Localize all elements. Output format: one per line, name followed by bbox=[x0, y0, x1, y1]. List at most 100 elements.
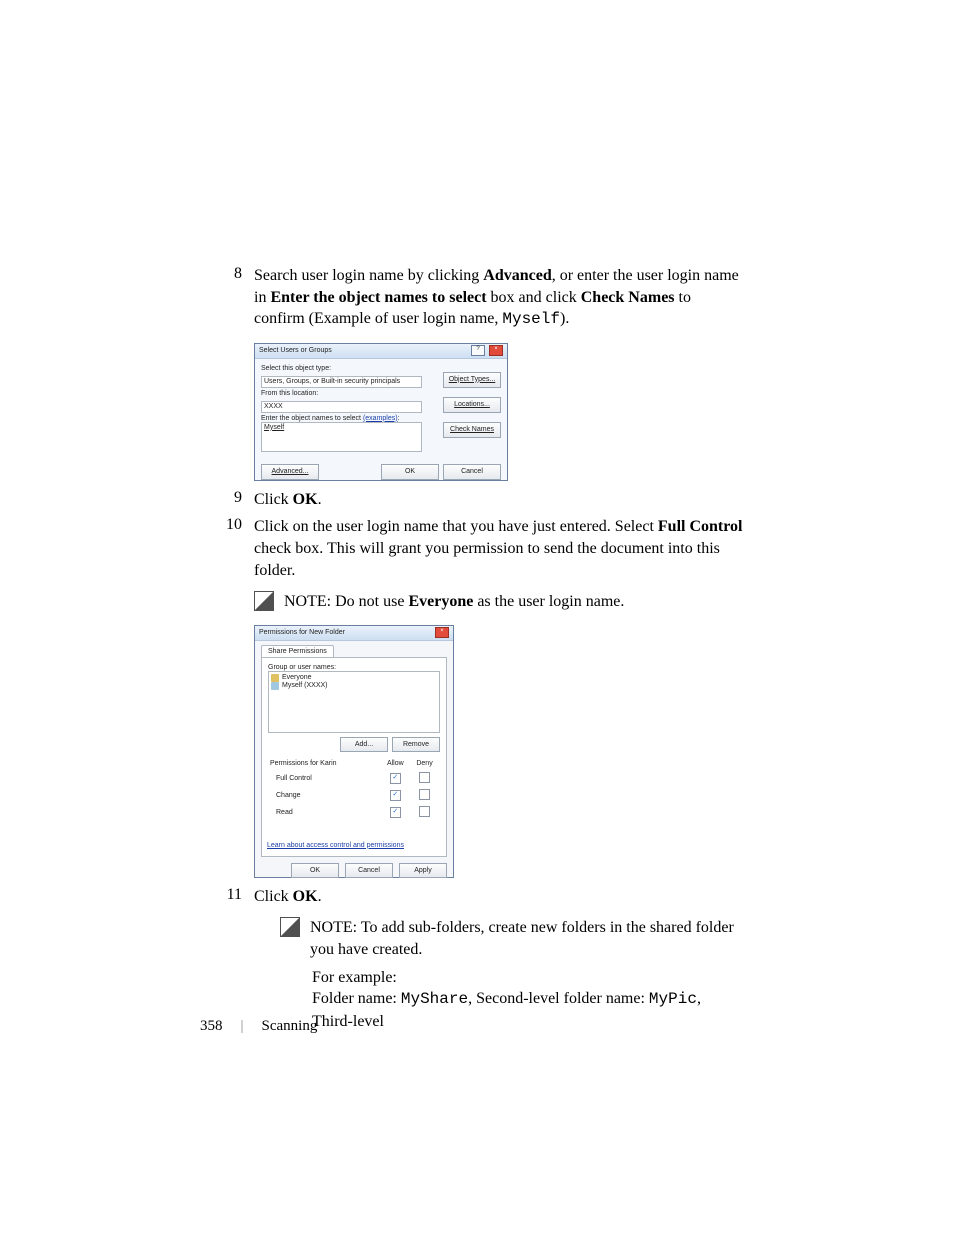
text: Enter the object names to select bbox=[261, 415, 363, 422]
steps-list: 8 Search user login name by clicking Adv… bbox=[200, 265, 744, 331]
step-number: 10 bbox=[200, 516, 254, 534]
perm-label: Change bbox=[270, 788, 380, 803]
note-body: NOTE: Do not use Everyone as the user lo… bbox=[284, 591, 744, 613]
text: ). bbox=[560, 310, 569, 327]
object-type-field[interactable]: Users, Groups, or Built-in security prin… bbox=[261, 376, 422, 388]
note: NOTE: Do not use Everyone as the user lo… bbox=[254, 591, 744, 613]
examples-link[interactable]: (examples) bbox=[363, 415, 398, 422]
example-block: For example: Folder name: MyShare, Secon… bbox=[312, 967, 744, 1033]
perm-label: Read bbox=[270, 805, 380, 820]
text: Do not use bbox=[335, 593, 408, 610]
group-names-list[interactable]: Everyone Myself (XXXX) bbox=[268, 671, 440, 733]
group-icon bbox=[271, 674, 279, 682]
permissions-table: Permissions for Karin Allow Deny Full Co… bbox=[268, 756, 440, 822]
allow-checkbox[interactable]: ✓ bbox=[390, 807, 401, 818]
object-names-value: Myself bbox=[264, 424, 284, 431]
steps-list: 11 Click OK. bbox=[200, 886, 744, 908]
remove-button[interactable]: Remove bbox=[392, 737, 440, 752]
text-bold: OK bbox=[293, 888, 318, 905]
locations-button[interactable]: Locations... bbox=[443, 397, 501, 413]
cancel-button[interactable]: Cancel bbox=[345, 863, 393, 878]
step-body: Search user login name by clicking Advan… bbox=[254, 265, 744, 331]
example-line: For example: bbox=[312, 967, 744, 989]
example-line: Folder name: MyShare, Second-level folde… bbox=[312, 988, 744, 1032]
note-icon bbox=[280, 917, 300, 937]
text-mono: MyShare bbox=[401, 990, 468, 1008]
deny-checkbox[interactable] bbox=[419, 772, 430, 783]
text-bold: OK bbox=[293, 491, 318, 508]
allow-checkbox[interactable]: ✓ bbox=[390, 773, 401, 784]
steps-list: 9 Click OK. 10 Click on the user login n… bbox=[200, 489, 744, 581]
step-8: 8 Search user login name by clicking Adv… bbox=[200, 265, 744, 331]
text-bold: Enter the object names to select bbox=[270, 289, 486, 306]
text: check box. This will grant you permissio… bbox=[254, 540, 720, 579]
text: Click bbox=[254, 491, 293, 508]
object-type-value: Users, Groups, or Built-in security prin… bbox=[264, 378, 400, 385]
page: 8 Search user login name by clicking Adv… bbox=[0, 0, 954, 1235]
object-names-label: Enter the object names to select (exampl… bbox=[261, 415, 501, 422]
list-item[interactable]: Everyone bbox=[271, 674, 437, 682]
text-bold: Advanced bbox=[483, 267, 551, 284]
location-value: XXXX bbox=[264, 403, 283, 410]
dialog-title: Permissions for New Folder bbox=[259, 629, 345, 636]
object-types-button[interactable]: Object Types... bbox=[443, 372, 501, 388]
titlebar: Select Users or Groups ? × bbox=[255, 344, 507, 359]
user-icon bbox=[271, 682, 279, 690]
note: NOTE: To add sub-folders, create new fol… bbox=[280, 917, 744, 960]
step-number: 11 bbox=[200, 886, 254, 904]
close-icon[interactable]: × bbox=[489, 345, 503, 356]
text: Search user login name by clicking bbox=[254, 267, 483, 284]
perm-label: Full Control bbox=[270, 771, 380, 786]
ok-button[interactable]: OK bbox=[381, 464, 439, 480]
list-item[interactable]: Myself (XXXX) bbox=[271, 682, 437, 690]
step-number: 9 bbox=[200, 489, 254, 507]
location-label: From this location: bbox=[261, 390, 501, 397]
text: as the user login name. bbox=[473, 593, 624, 610]
deny-header: Deny bbox=[411, 758, 438, 769]
step-body: Click OK. bbox=[254, 489, 744, 511]
apply-button[interactable]: Apply bbox=[399, 863, 447, 878]
select-users-dialog: Select Users or Groups ? × Select this o… bbox=[254, 343, 508, 481]
add-button[interactable]: Add... bbox=[340, 737, 388, 752]
text: . bbox=[318, 491, 322, 508]
tab-share-permissions[interactable]: Share Permissions bbox=[261, 645, 334, 657]
table-row: Change ✓ bbox=[270, 788, 438, 803]
text: . bbox=[318, 888, 322, 905]
list-item-label: Everyone bbox=[282, 674, 312, 681]
check-names-button[interactable]: Check Names bbox=[443, 422, 501, 438]
text-bold: Check Names bbox=[581, 289, 675, 306]
dialog-title: Select Users or Groups bbox=[259, 347, 332, 354]
note-lead: NOTE: bbox=[310, 919, 361, 936]
object-names-input[interactable]: Myself bbox=[261, 422, 422, 452]
page-number: 358 bbox=[200, 1018, 223, 1035]
group-names-label: Group or user names: bbox=[268, 664, 440, 671]
window-buttons: ? × bbox=[469, 345, 503, 356]
allow-checkbox[interactable]: ✓ bbox=[390, 790, 401, 801]
permissions-for-label: Permissions for Karin bbox=[270, 758, 380, 769]
text: Click on the user login name that you ha… bbox=[254, 518, 658, 535]
list-item-label: Myself (XXXX) bbox=[282, 682, 328, 689]
text: To add sub-folders, create new folders i… bbox=[310, 919, 734, 958]
help-icon[interactable]: ? bbox=[471, 345, 485, 356]
step-11: 11 Click OK. bbox=[200, 886, 744, 908]
location-field[interactable]: XXXX bbox=[261, 401, 422, 413]
step-9: 9 Click OK. bbox=[200, 489, 744, 511]
footer-separator: | bbox=[241, 1018, 244, 1035]
deny-checkbox[interactable] bbox=[419, 806, 430, 817]
learn-link[interactable]: Learn about access control and permissio… bbox=[267, 842, 404, 849]
object-type-label: Select this object type: bbox=[261, 365, 501, 372]
cancel-button[interactable]: Cancel bbox=[443, 464, 501, 480]
step-10: 10 Click on the user login name that you… bbox=[200, 516, 744, 581]
ok-button[interactable]: OK bbox=[291, 863, 339, 878]
text: : bbox=[398, 415, 400, 422]
permissions-dialog: Permissions for New Folder × Share Permi… bbox=[254, 625, 454, 878]
close-icon[interactable]: × bbox=[435, 627, 449, 638]
page-footer: 358 | Scanning bbox=[200, 1018, 317, 1035]
allow-header: Allow bbox=[382, 758, 410, 769]
step-number: 8 bbox=[200, 265, 254, 283]
dialog-content: Select this object type: Users, Groups, … bbox=[255, 359, 507, 484]
window-buttons: × bbox=[433, 627, 449, 638]
text-mono: Myself bbox=[502, 310, 560, 328]
deny-checkbox[interactable] bbox=[419, 789, 430, 800]
advanced-button[interactable]: Advanced... bbox=[261, 464, 319, 480]
